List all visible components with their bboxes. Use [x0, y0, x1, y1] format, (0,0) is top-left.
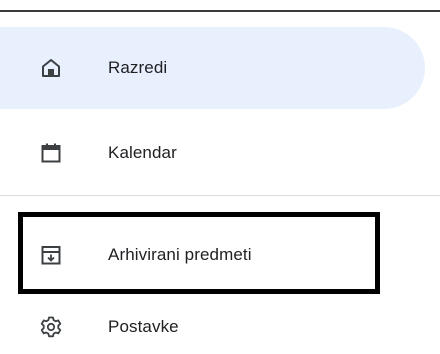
sidebar-item-kalendar[interactable]: Kalendar [0, 112, 440, 194]
sidebar-item-label: Postavke [108, 317, 179, 336]
section-divider [0, 195, 440, 196]
sidebar-item-arhivirani-predmeti[interactable]: Arhivirani predmeti [0, 215, 440, 295]
archive-icon [38, 242, 64, 268]
sidebar-item-label: Kalendar [108, 143, 177, 162]
sidebar-nav: Razredi Kalendar Arhivirani predmeti Pos… [0, 0, 440, 354]
gear-icon [38, 314, 64, 340]
top-divider [0, 10, 440, 12]
sidebar-item-label: Arhivirani predmeti [108, 245, 252, 264]
sidebar-item-postavke[interactable]: Postavke [0, 300, 440, 354]
sidebar-item-label: Razredi [108, 58, 168, 77]
sidebar-item-razredi[interactable]: Razredi [0, 27, 440, 109]
home-icon [38, 55, 64, 81]
calendar-icon [38, 140, 64, 166]
